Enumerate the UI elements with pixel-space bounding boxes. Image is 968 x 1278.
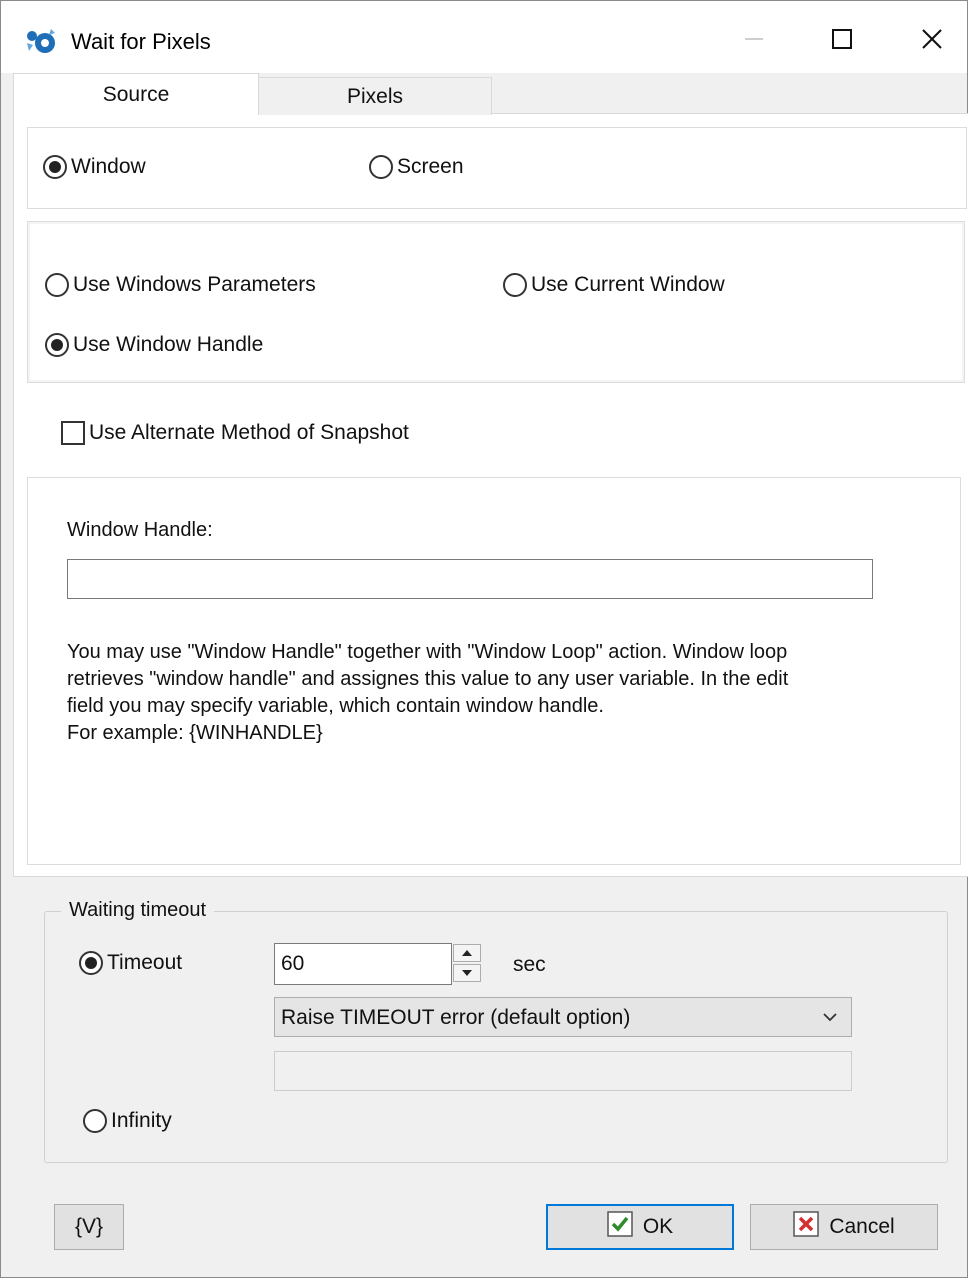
variables-button[interactable]: {V} [54, 1204, 124, 1250]
radio-screen-label: Screen [397, 155, 464, 178]
timeout-spinner[interactable] [453, 944, 483, 982]
radio-timeout[interactable]: Timeout [79, 951, 182, 975]
spin-up-icon[interactable] [453, 944, 481, 962]
window-handle-label: Window Handle: [67, 519, 213, 541]
source-type-panel [27, 127, 967, 209]
close-icon[interactable] [909, 19, 955, 59]
window-title: Wait for Pixels [71, 29, 211, 54]
window-mode-panel [27, 221, 965, 383]
timeout-action-select[interactable]: Raise TIMEOUT error (default option) [274, 997, 852, 1037]
cancel-button[interactable]: Cancel [750, 1204, 938, 1250]
radio-timeout-indicator[interactable] [79, 951, 103, 975]
cancel-x-icon [793, 1211, 820, 1243]
window-handle-help-text: You may use "Window Handle" together wit… [67, 641, 789, 744]
radio-infinity[interactable]: Infinity [83, 1109, 172, 1133]
timeout-unit-label: sec [513, 953, 546, 976]
minimize-icon[interactable] [731, 19, 777, 59]
radio-use-current-window-label: Use Current Window [531, 273, 725, 296]
tab-source-label: Source [102, 82, 170, 106]
tab-pixels[interactable]: Pixels [258, 77, 492, 115]
checkbox-alternate-snapshot[interactable]: Use Alternate Method of Snapshot [61, 421, 409, 445]
radio-screen-indicator[interactable] [369, 155, 393, 179]
timeout-action-selected: Raise TIMEOUT error (default option) [281, 1006, 631, 1029]
radio-use-windows-parameters-label: Use Windows Parameters [73, 273, 316, 296]
spin-down-icon[interactable] [453, 964, 481, 982]
waiting-timeout-group [44, 911, 948, 1163]
radio-infinity-label: Infinity [111, 1109, 172, 1132]
radio-use-window-handle-indicator[interactable] [45, 333, 69, 357]
waiting-timeout-caption: Waiting timeout [61, 899, 215, 922]
window-handle-input[interactable] [67, 559, 873, 599]
chevron-down-icon[interactable] [821, 1008, 839, 1032]
title-bar: Wait for Pixels [1, 1, 967, 73]
ok-button-label: OK [642, 1215, 674, 1238]
checkbox-alternate-snapshot-label: Use Alternate Method of Snapshot [89, 421, 409, 444]
app-icon [23, 25, 59, 57]
timeout-value-input[interactable]: 60 [274, 943, 452, 985]
radio-use-window-handle-label: Use Window Handle [73, 333, 264, 356]
radio-timeout-label: Timeout [107, 951, 183, 974]
check-icon [607, 1211, 633, 1243]
radio-use-windows-parameters[interactable]: Use Windows Parameters [45, 273, 316, 297]
ok-button[interactable]: OK [546, 1204, 734, 1250]
tab-pixels-label: Pixels [346, 84, 404, 108]
dialog-window: Wait for Pixels Source Pixels Window Scr… [0, 0, 968, 1278]
radio-screen[interactable]: Screen [369, 155, 464, 179]
maximize-icon[interactable] [819, 19, 865, 59]
radio-window-label: Window [71, 155, 146, 178]
timeout-extra-field [274, 1051, 852, 1091]
radio-window[interactable]: Window [43, 155, 146, 179]
radio-infinity-indicator[interactable] [83, 1109, 107, 1133]
variables-button-label: {V} [74, 1215, 104, 1238]
radio-use-current-window-indicator[interactable] [503, 273, 527, 297]
tab-source[interactable]: Source [13, 73, 259, 115]
radio-use-windows-parameters-indicator[interactable] [45, 273, 69, 297]
cancel-button-label: Cancel [829, 1215, 895, 1238]
checkbox-alternate-snapshot-box[interactable] [61, 421, 85, 445]
radio-use-window-handle[interactable]: Use Window Handle [45, 333, 263, 357]
radio-window-indicator[interactable] [43, 155, 67, 179]
radio-use-current-window[interactable]: Use Current Window [503, 273, 725, 297]
timeout-value: 60 [281, 952, 305, 975]
